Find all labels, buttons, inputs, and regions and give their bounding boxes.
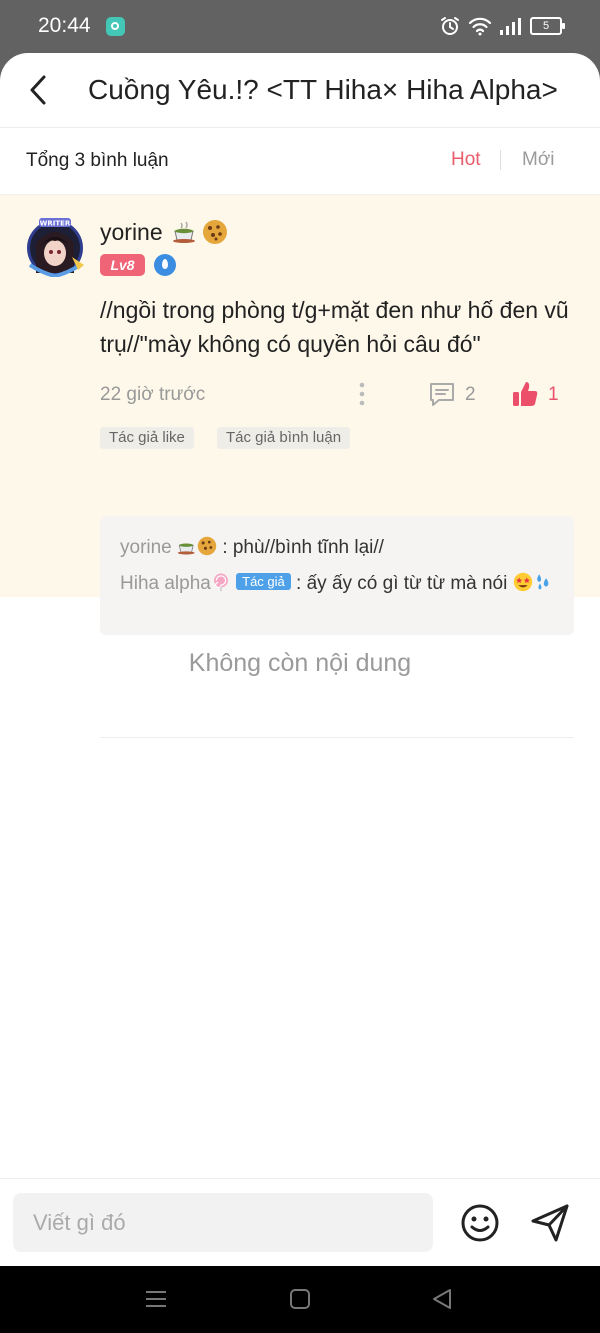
alarm-icon [441,17,459,35]
reply-username: Hiha alpha [120,573,211,594]
home-icon[interactable] [288,1287,312,1311]
avatar[interactable]: WRITER [22,215,90,277]
comment-text: //ngồi trong phòng t/g+mặt đen như hố đe… [100,297,569,357]
comment-username[interactable]: yorine [100,219,163,246]
status-icons: 5 [440,14,565,38]
header: Cuồng Yêu.!? <TT Hiha× Hiha Alpha> [0,53,600,128]
no-more-content: Không còn nội dung [188,649,412,677]
svg-text:WRITER: WRITER [40,220,71,228]
sort-hot-tab[interactable]: Hot [451,149,481,171]
lollipop-emoji-icon [213,573,228,592]
tea-cup-emoji-icon [173,221,195,243]
author-commented-tag: Tác giả bình luận [217,427,351,449]
back-triangle-icon[interactable] [430,1287,454,1311]
reply-text: : ấy ấy có gì từ từ mà nói [296,573,508,594]
status-time: 20:44 [38,14,91,37]
comment-bubble-icon[interactable] [427,379,457,409]
reply-item: yorine : phù//bình tĩnh lại// [120,536,384,559]
total-comments: Tổng 3 bình luận [26,150,169,171]
reply-username: yorine [120,537,172,558]
system-nav-bar [0,1266,600,1333]
tea-cup-emoji-icon [177,543,195,555]
emoji-icon[interactable] [459,1202,501,1244]
vip-badge-icon [154,254,176,276]
signal-icon [500,18,521,35]
status-bar: 20:44 5 [0,0,600,52]
more-options-icon[interactable] [355,380,369,408]
comment-time: 22 giờ trước [100,384,206,405]
menu-icon[interactable] [144,1287,168,1311]
page-title: Cuồng Yêu.!? <TT Hiha× Hiha Alpha> [88,74,558,105]
battery-icon: 5 [530,17,565,35]
reply-item: Hiha alpha Tác giả : ấy ấy có gì từ từ m… [120,571,560,596]
author-badge: Tác giả [236,573,291,590]
divider [100,737,574,738]
author-liked-tag: Tác giả like [100,427,194,449]
comment-item: WRITER yorine Lv8 //ngồi trong phòng t/g… [0,195,600,738]
reply-count: 2 [465,384,476,405]
thumbs-up-icon[interactable] [510,379,540,409]
comment-summary: Tổng 3 bình luận Hot Mới [0,128,600,195]
like-count: 1 [548,384,559,405]
app-notification-icon [106,17,125,36]
star-eyes-emoji-icon [513,572,532,592]
sort-divider [500,150,501,170]
reply-text: : phù//bình tĩnh lại// [222,537,384,558]
bottom-input-bar [0,1178,600,1266]
comment-input[interactable] [13,1193,433,1252]
send-icon[interactable] [528,1201,572,1245]
wifi-icon [468,17,492,36]
cookie-emoji-icon [203,220,227,244]
replies-box[interactable]: yorine : phù//bình tĩnh lại// Hiha alpha [100,516,574,635]
sort-new-tab[interactable]: Mới [522,149,555,171]
comment-sheet: Cuồng Yêu.!? <TT Hiha× Hiha Alpha> Tổng … [0,53,600,1266]
cookie-emoji-icon [197,536,217,556]
sweat-droplets-emoji-icon [536,574,549,590]
chevron-left-icon[interactable] [22,73,56,107]
level-badge: Lv8 [100,254,145,276]
